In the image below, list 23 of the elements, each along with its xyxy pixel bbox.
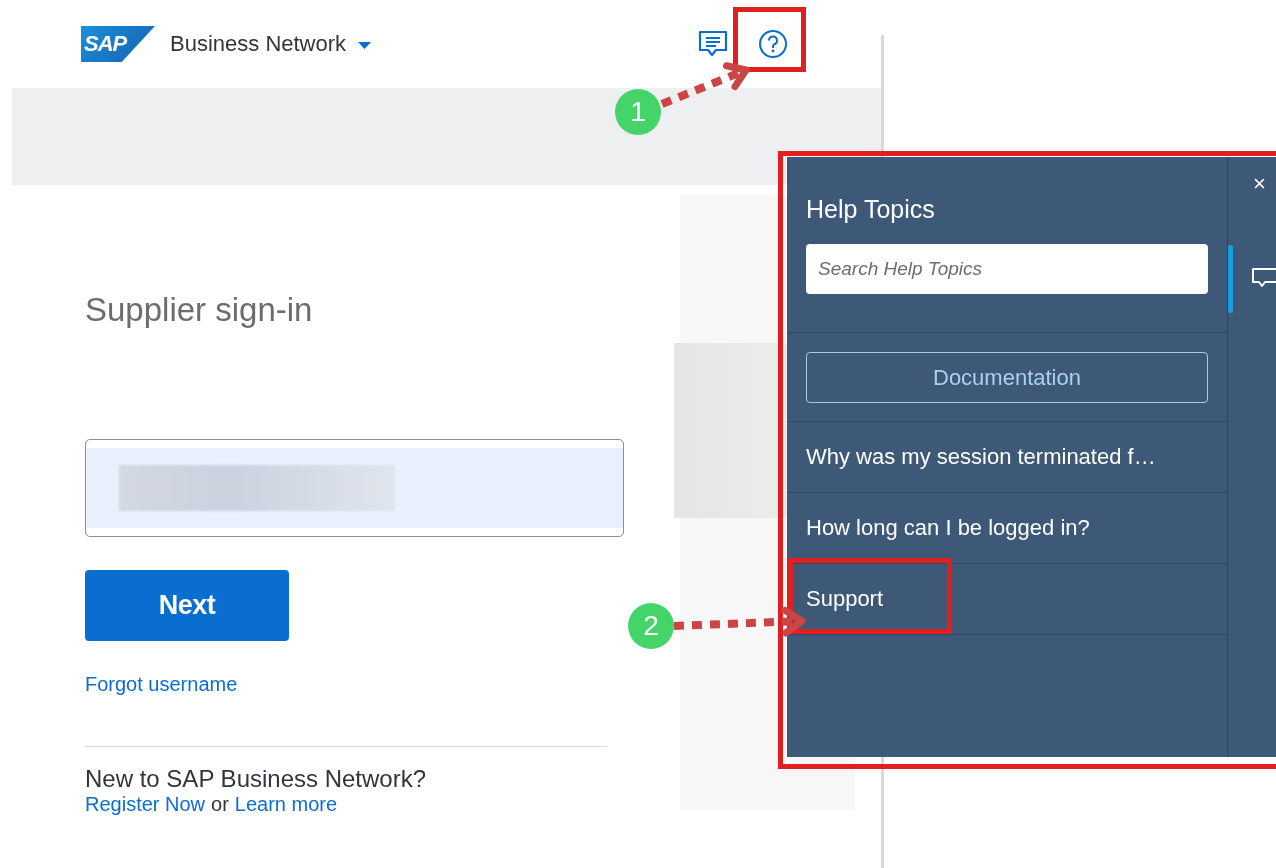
help-topic[interactable]: Why was my session terminated f… bbox=[806, 444, 1156, 470]
active-indicator bbox=[1228, 245, 1234, 313]
next-button[interactable]: Next bbox=[85, 570, 289, 641]
caret-icon[interactable] bbox=[358, 42, 372, 50]
learn-more-link[interactable]: Learn more bbox=[234, 793, 338, 816]
panel-title: Help Topics bbox=[806, 195, 936, 224]
chat-icon[interactable] bbox=[1251, 267, 1276, 289]
forgot-username-link[interactable]: Forgot username bbox=[85, 673, 238, 696]
register-link[interactable]: Register Now bbox=[85, 793, 206, 816]
help-topic[interactable]: How long can I be logged in? bbox=[806, 515, 1090, 541]
close-button[interactable]: × bbox=[1253, 173, 1266, 195]
username-field[interactable] bbox=[85, 439, 624, 537]
search-field[interactable]: Search Help Topics bbox=[806, 244, 1208, 294]
page-title: Supplier sign-in bbox=[85, 291, 314, 329]
documentation-button[interactable]: Documentation bbox=[806, 352, 1208, 403]
product-name[interactable]: Business Network bbox=[170, 31, 347, 57]
step-badge: 2 bbox=[628, 603, 674, 649]
help-topic[interactable]: Support bbox=[806, 586, 884, 612]
help-icon[interactable] bbox=[758, 29, 788, 59]
chat-icon[interactable] bbox=[698, 30, 728, 58]
sap-logo: SAP bbox=[81, 26, 155, 62]
or-text: or bbox=[211, 793, 229, 816]
new-user-heading: New to SAP Business Network? bbox=[85, 765, 428, 793]
